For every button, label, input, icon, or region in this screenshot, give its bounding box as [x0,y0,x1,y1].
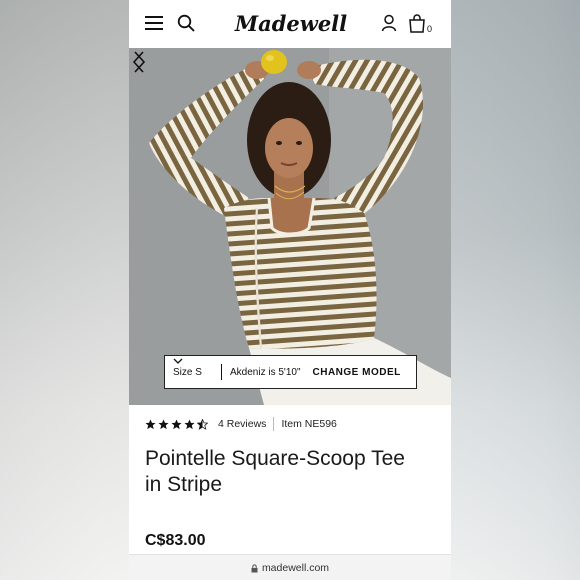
model-photo [129,48,451,405]
site-header: Madewell 0 [129,0,451,48]
star-icon [184,418,195,429]
url-text: madewell.com [261,562,330,574]
chevron-right-icon[interactable] [129,48,149,76]
star-icon [145,418,156,429]
browser-url-bar[interactable]: madewell.com [129,554,451,580]
search-icon[interactable] [177,14,195,32]
rating-row: 4 Reviews Item NE596 [145,416,337,432]
product-title-line: in Stripe [145,473,223,496]
phone-screen: Madewell 0 Size S Akdeniz is 5'10" CHANG… [129,0,451,580]
lock-icon [251,563,258,572]
divider [273,417,275,431]
star-half-icon [197,418,208,430]
bag-icon[interactable] [408,13,426,33]
star-icon [171,418,182,429]
change-model-button[interactable]: CHANGE MODEL [313,367,401,378]
star-rating[interactable] [145,418,208,430]
product-title-line: Pointelle Square-Scoop Tee [145,447,405,470]
bag-count: 0 [427,24,433,34]
background-left [0,0,130,580]
background-right [450,0,580,580]
menu-icon[interactable] [145,16,163,30]
product-image[interactable]: Size S Akdeniz is 5'10" CHANGE MODEL [129,48,451,405]
item-number: Item NE596 [281,418,337,430]
chevron-down-icon[interactable] [173,356,183,366]
model-size: Size S [173,366,202,378]
svg-text:Madewell: Madewell [234,11,347,36]
brand-logo[interactable]: Madewell [233,9,349,39]
model-info-bar: Size S Akdeniz is 5'10" CHANGE MODEL [164,355,417,389]
model-height: Akdeniz is 5'10" [230,366,301,378]
product-title: Pointelle Square-Scoop Tee in Stripe [145,446,445,498]
account-icon[interactable] [381,14,397,32]
product-price: C$83.00 [145,532,206,549]
star-icon [158,418,169,429]
reviews-link[interactable]: 4 Reviews [218,418,266,430]
